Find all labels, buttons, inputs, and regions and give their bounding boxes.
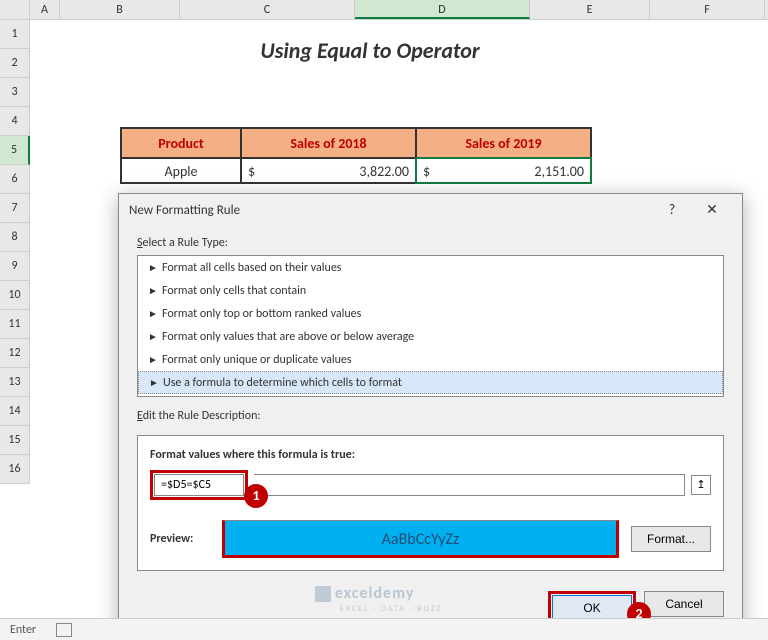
arrow-icon: ► [148,307,162,320]
rule-type-item[interactable]: ►Format only values that are above or be… [138,325,723,348]
header-sales2019: Sales of 2019 [416,128,591,158]
formula-input[interactable] [154,474,244,496]
format-button[interactable]: Format... [631,526,711,552]
rule-label: Format only values that are above or bel… [162,330,414,344]
row-header-14[interactable]: 14 [0,397,30,426]
sheet-title: Using Equal to Operator [120,37,620,64]
rule-type-list[interactable]: ►Format all cells based on their values … [137,255,724,397]
row-header-9[interactable]: 9 [0,252,30,281]
cancel-button[interactable]: Cancel [644,591,724,617]
rule-type-item[interactable]: ►Format only top or bottom ranked values [138,302,723,325]
row-header-1[interactable]: 1 [0,20,30,49]
row-header-13[interactable]: 13 [0,368,30,397]
watermark-sub: EXCEL · DATA · BUZZ [340,604,442,614]
cell-sales2019[interactable]: $2,151.00 [416,158,591,183]
dialog-titlebar[interactable]: New Formatting Rule ? ✕ [119,194,742,226]
row-header-5[interactable]: 5 [0,136,30,165]
rule-label: Use a formula to determine which cells t… [163,376,402,390]
col-header-a[interactable]: A [30,0,60,19]
column-headers: A B C D E F [0,0,768,20]
rule-label: Format only top or bottom ranked values [162,307,361,321]
arrow-icon: ► [149,376,163,389]
close-button[interactable]: ✕ [692,196,732,224]
row-headers: 1 2 3 4 5 6 7 8 9 10 11 12 13 14 15 16 [0,20,30,484]
rule-description-box: Format values where this formula is true… [137,435,724,571]
rule-type-item[interactable]: ►Format only unique or duplicate values [138,348,723,371]
header-product: Product [121,128,241,158]
macro-record-icon[interactable] [56,623,72,637]
currency-symbol: $ [423,163,430,180]
cell-value: 2,151.00 [534,159,584,184]
rule-type-item[interactable]: ►Format all cells based on their values [138,256,723,279]
arrow-icon: ► [148,353,162,366]
watermark-brand: exceldemy [315,584,414,603]
row-header-3[interactable]: 3 [0,78,30,107]
formula-label: Format values where this formula is true… [150,448,711,462]
arrow-icon: ► [148,284,162,297]
formula-highlight [150,470,248,500]
data-table: Product Sales of 2018 Sales of 2019 Appl… [120,127,592,184]
edit-description-label: Edit the Rule Description: [137,409,724,423]
new-formatting-rule-dialog: New Formatting Rule ? ✕ Select a Rule Ty… [118,193,743,633]
col-header-f[interactable]: F [650,0,765,19]
watermark-icon [315,586,331,602]
collapse-dialog-icon[interactable]: ↥ [691,475,711,495]
dialog-title: New Formatting Rule [129,203,652,218]
rule-type-item-selected[interactable]: ►Use a formula to determine which cells … [138,371,723,394]
arrow-icon: ► [148,261,162,274]
col-header-b[interactable]: B [60,0,180,19]
row-header-4[interactable]: 4 [0,107,30,136]
help-button[interactable]: ? [652,196,692,224]
col-header-e[interactable]: E [530,0,650,19]
status-bar: Enter [0,618,768,640]
header-sales2018: Sales of 2018 [241,128,416,158]
cell-value: 3,822.00 [359,159,409,184]
callout-1: 1 [244,484,268,508]
rule-label: Format only unique or duplicate values [162,353,352,367]
col-header-c[interactable]: C [180,0,355,19]
row-header-6[interactable]: 6 [0,165,30,194]
cell-product[interactable]: Apple [121,158,241,183]
row-header-16[interactable]: 16 [0,455,30,484]
row-header-8[interactable]: 8 [0,223,30,252]
arrow-icon: ► [148,330,162,343]
col-header-d[interactable]: D [355,0,530,19]
row-header-7[interactable]: 7 [0,194,30,223]
formula-input-extent[interactable] [254,474,685,496]
row-header-11[interactable]: 11 [0,310,30,339]
rule-type-item[interactable]: ►Format only cells that contain [138,279,723,302]
row-header-12[interactable]: 12 [0,339,30,368]
select-rule-type-label: Select a Rule Type: [137,236,724,250]
select-all-corner[interactable] [0,0,30,19]
cell-sales2018[interactable]: $3,822.00 [241,158,416,183]
rule-label: Format all cells based on their values [162,261,341,275]
preview-label: Preview: [150,532,210,546]
row-header-2[interactable]: 2 [0,49,30,78]
currency-symbol: $ [248,163,255,180]
preview-sample: AaBbCcYyZz [222,520,619,558]
rule-label: Format only cells that contain [162,284,306,298]
row-header-10[interactable]: 10 [0,281,30,310]
row-header-15[interactable]: 15 [0,426,30,455]
mode-indicator: Enter [10,623,36,637]
